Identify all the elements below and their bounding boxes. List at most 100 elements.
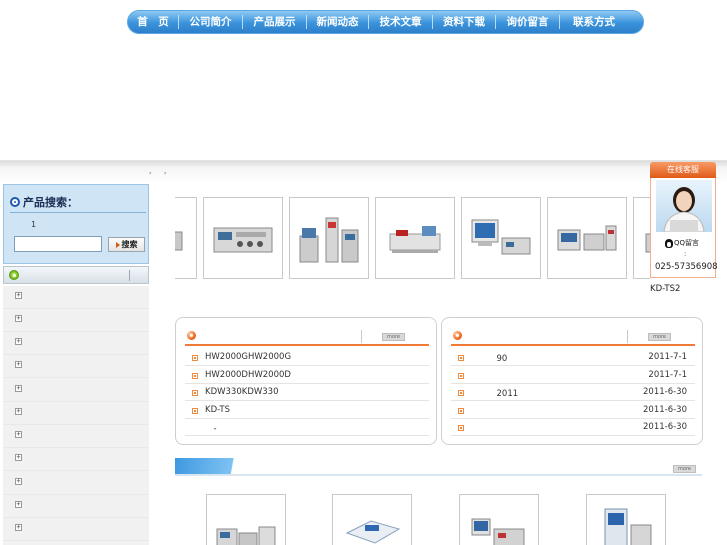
bullet-square-icon	[192, 408, 198, 414]
list-item[interactable]: 90 2011-7-1	[451, 349, 695, 366]
computer-analyzer-icon	[471, 219, 531, 255]
category-item[interactable]: +	[3, 448, 149, 471]
search-button-label: 搜索	[121, 240, 138, 249]
list-item-title: -	[205, 424, 217, 434]
divider	[361, 330, 362, 343]
expand-plus-icon: +	[15, 407, 22, 415]
more-button[interactable]: more	[673, 465, 696, 473]
bullet-square-icon	[458, 373, 464, 379]
nav-contact[interactable]: 联系方式	[560, 10, 628, 34]
qq-message-link[interactable]: QQ留言	[665, 238, 699, 248]
product-slider	[175, 197, 650, 279]
more-button[interactable]: more	[648, 333, 671, 341]
featured-product[interactable]	[332, 494, 412, 545]
category-list: + + + + + + + + + + +	[3, 286, 149, 545]
agent-avatar	[656, 180, 712, 232]
featured-product[interactable]	[206, 494, 286, 545]
list-item[interactable]: KD-TS	[185, 402, 429, 419]
qq-penguin-icon	[665, 238, 673, 248]
nav-about[interactable]: 公司简介	[179, 10, 242, 34]
sidebar: 产品搜索： 1 搜索 + + + + + + + + + + +	[0, 182, 152, 545]
bullet-circle-icon	[10, 197, 20, 207]
search-button[interactable]: 搜索	[108, 237, 145, 252]
category-item[interactable]: +	[3, 472, 149, 495]
nav-articles[interactable]: 技术文章	[369, 10, 432, 34]
list-item[interactable]: KDW330KDW330	[185, 384, 429, 401]
list-item-title: KD-TS	[205, 405, 230, 415]
list-item[interactable]: 2011-7-1	[451, 367, 695, 384]
search-input[interactable]	[14, 236, 102, 252]
list-item[interactable]: 2011 2011-6-30	[451, 384, 695, 401]
list-item-date: 2011-7-1	[648, 370, 687, 380]
product-thumb[interactable]	[289, 197, 369, 279]
service-phone: 025-57356908	[655, 262, 718, 272]
category-item[interactable]: +	[3, 402, 149, 425]
main-nav: 首 页 公司简介 产品展示 新闻动态 技术文章 资料下载 询价留言 联系方式	[127, 10, 644, 34]
category-item[interactable]: +	[3, 355, 149, 378]
search-title-label: 产品搜索：	[23, 196, 78, 209]
expand-plus-icon: +	[15, 291, 22, 299]
list-item-title: 90	[471, 354, 508, 364]
nav-news[interactable]: 新闻动态	[307, 10, 368, 34]
product-search-box: 产品搜索： 1 搜索	[3, 184, 149, 264]
bullet-square-icon	[192, 355, 198, 361]
product-thumb[interactable]	[375, 197, 455, 279]
strip-mark: '	[149, 171, 152, 180]
category-item[interactable]: +	[3, 495, 149, 518]
list-item-date: 2011-6-30	[643, 422, 687, 432]
list-item-date: 2011-6-30	[643, 387, 687, 397]
expand-plus-icon: +	[15, 360, 22, 368]
product-model-caption: KD-TS2	[650, 284, 681, 294]
nav-home[interactable]: 首 页	[128, 10, 178, 34]
list-item[interactable]: 2011-6-30	[451, 402, 695, 419]
expand-plus-icon: +	[15, 384, 22, 392]
product-thumb[interactable]	[461, 197, 541, 279]
list-item[interactable]: HW2000GHW2000G	[185, 349, 429, 366]
more-button[interactable]: more	[382, 333, 405, 341]
nav-products[interactable]: 产品展示	[243, 10, 306, 34]
online-service-widget: 在线客服 QQ留言 :	[648, 160, 718, 278]
divider	[129, 270, 130, 281]
product-thumb[interactable]	[175, 197, 197, 279]
carbon-sulfur-icon	[557, 225, 617, 251]
category-header	[3, 266, 149, 284]
category-item[interactable]: +	[3, 332, 149, 355]
category-item[interactable]: +	[3, 286, 149, 309]
spectrometer-icon	[389, 226, 441, 253]
orange-ball-icon	[187, 331, 196, 340]
arrow-right-icon	[115, 241, 120, 248]
list-item[interactable]: HW2000DHW2000D	[185, 367, 429, 384]
category-item[interactable]: +	[3, 518, 149, 541]
analyzer-icon	[213, 227, 273, 253]
expand-plus-icon: +	[15, 314, 22, 322]
list-item[interactable]: -	[185, 419, 429, 436]
list-item-date: 2011-7-1	[648, 352, 687, 362]
product-thumb[interactable]	[547, 197, 627, 279]
expand-plus-icon: +	[15, 430, 22, 438]
expand-plus-icon: +	[15, 523, 22, 531]
expand-plus-icon: +	[15, 337, 22, 345]
divider	[10, 212, 146, 213]
list-item[interactable]: 2011-6-30	[451, 419, 695, 436]
featured-product[interactable]	[586, 494, 666, 545]
orange-ball-icon	[453, 331, 462, 340]
divider	[627, 330, 628, 343]
category-item[interactable]: +	[3, 425, 149, 448]
featured-product[interactable]	[459, 494, 539, 545]
product-thumb[interactable]	[203, 197, 283, 279]
nav-downloads[interactable]: 资料下载	[433, 10, 495, 34]
list-item-title: HW2000DHW2000D	[205, 370, 291, 380]
floater-separator: :	[684, 250, 687, 258]
top-bar: 首 页 公司简介 产品展示 新闻动态 技术文章 资料下载 询价留言 联系方式	[0, 0, 727, 36]
category-item[interactable]: +	[3, 379, 149, 402]
nav-inquiry[interactable]: 询价留言	[496, 10, 559, 34]
orange-rule	[185, 344, 429, 346]
list-item-title: HW2000GHW2000G	[205, 352, 292, 362]
category-item[interactable]: +	[3, 309, 149, 332]
spectrometer-icon	[345, 520, 401, 544]
divider	[175, 474, 702, 476]
product-list-panel: more HW2000GHW2000G HW2000DHW2000D KDW33…	[175, 317, 437, 445]
search-count: 1	[31, 220, 37, 229]
furnace-icon	[604, 508, 652, 545]
list-item-date: 2011-6-30	[643, 405, 687, 415]
